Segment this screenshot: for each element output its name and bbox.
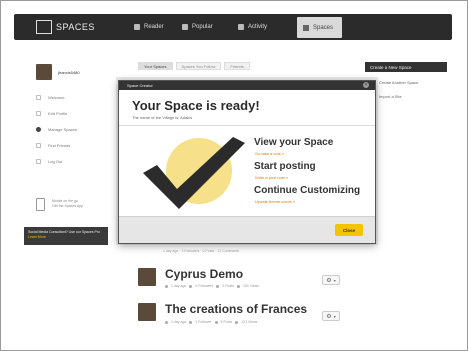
- tab-friends[interactable]: Friends: [224, 62, 250, 70]
- home-icon: [36, 94, 41, 100]
- promo-link[interactable]: Learn More: [28, 235, 104, 240]
- spaces-tabs: Your Spaces Spaces You Follow Friends: [138, 62, 250, 70]
- spaces-dot-icon: [36, 126, 41, 132]
- sidebar-item-edit-profile[interactable]: Edit Profile: [36, 110, 67, 116]
- list-item-meta-strip: 1 day ago · 3 Followers · 0 Posts · 12 C…: [163, 249, 240, 253]
- mobile-app-promo[interactable]: Mobile on the go Get the Spaces App: [52, 199, 83, 209]
- divider: [119, 125, 375, 126]
- space-meta-followers: 0 Followers: [195, 284, 214, 288]
- space-meta-views: 121 Views: [241, 320, 258, 324]
- posts-icon: [214, 320, 218, 324]
- option-continue-customizing[interactable]: Continue Customizing: [254, 185, 360, 196]
- popular-icon: [182, 24, 188, 30]
- space-meta-posts: 0 Posts: [222, 284, 234, 288]
- sidebar-item-label: Edit Profile: [48, 110, 68, 116]
- spaces-logo-icon[interactable]: [36, 20, 52, 34]
- space-meta-posts: 5 Posts: [220, 320, 233, 324]
- sidebar-item-label: Log Out: [48, 158, 63, 164]
- logout-icon: [36, 158, 41, 164]
- friends-icon: [36, 142, 41, 148]
- space-name[interactable]: The creations of Frances: [165, 302, 307, 316]
- nav-reader[interactable]: Reader: [134, 14, 164, 40]
- close-button[interactable]: Close: [335, 224, 363, 236]
- modal-header-label: Space Creator: [127, 83, 153, 88]
- profile-icon: [36, 110, 41, 116]
- modal-subtitle: The name of the Village is: Adaics: [132, 115, 193, 120]
- space-meta-views: 100 Views: [242, 284, 260, 288]
- clock-icon: [165, 320, 168, 324]
- spaces-icon: [303, 24, 309, 31]
- option-view-space[interactable]: View your Space: [254, 137, 333, 148]
- logo-text[interactable]: SPACES: [56, 22, 95, 32]
- space-meta-time: 1 day ago: [171, 320, 187, 324]
- avatar[interactable]: [36, 64, 52, 80]
- space-name[interactable]: Cyprus Demo: [165, 267, 243, 281]
- sidebar-item-welcome[interactable]: Welcome: [36, 94, 65, 100]
- chevron-down-icon: ▾: [333, 277, 336, 283]
- nav-spaces[interactable]: Spaces: [297, 17, 342, 38]
- top-navigation-bar: SPACES Reader Popular Activity Spaces: [14, 14, 452, 40]
- tab-spaces-you-follow[interactable]: Spaces You Follow: [175, 62, 222, 70]
- gear-icon: ⚙: [326, 277, 332, 284]
- sidebar-item-find-friends[interactable]: Find Friends: [36, 142, 70, 148]
- create-space-panel-title: Create a New Space: [365, 62, 447, 72]
- promo-text: Social Media Consultant? Use our Spaces …: [28, 230, 100, 234]
- close-icon[interactable]: ×: [363, 82, 369, 88]
- followers-icon: [189, 320, 193, 324]
- option-continue-customizing-link[interactable]: Update theme colors »: [255, 199, 295, 204]
- views-icon: [236, 284, 240, 288]
- clock-icon: [165, 284, 168, 288]
- space-settings-button[interactable]: ⚙ ▾: [322, 311, 340, 321]
- space-thumbnail[interactable]: [138, 268, 156, 286]
- space-meta: 1 day ago 0 Followers 0 Posts 100 Views: [165, 284, 259, 288]
- space-creator-modal: Space Creator × Your Space is ready! The…: [118, 80, 376, 244]
- mobile-phone-icon: [36, 198, 45, 211]
- nav-popular[interactable]: Popular: [182, 14, 213, 40]
- username[interactable]: jfrancis5480: [58, 70, 80, 75]
- activity-icon: [238, 24, 244, 30]
- option-view-space-link[interactable]: Go take a look »: [255, 151, 284, 156]
- nav-activity[interactable]: Activity: [238, 14, 267, 40]
- sidebar-item-label: Welcome: [48, 94, 65, 100]
- nav-popular-label: Popular: [192, 24, 213, 30]
- sidebar-item-label: Manage Spaces: [48, 126, 77, 132]
- space-meta: 1 day ago 1 Follower 5 Posts 121 Views: [165, 320, 257, 324]
- modal-header: Space Creator ×: [119, 81, 375, 90]
- nav-spaces-label: Spaces: [313, 24, 334, 31]
- posts-icon: [216, 284, 220, 288]
- gear-icon: ⚙: [326, 313, 332, 320]
- option-start-posting[interactable]: Start posting: [254, 161, 316, 172]
- views-icon: [235, 320, 239, 324]
- sidebar-item-label: Find Friends: [48, 142, 71, 148]
- reader-icon: [134, 24, 140, 30]
- space-meta-followers: 1 Follower: [195, 320, 212, 324]
- modal-title: Your Space is ready!: [132, 98, 260, 113]
- chevron-down-icon: ▾: [333, 313, 336, 319]
- mobile-line-2: Get the Spaces App: [52, 204, 84, 208]
- sidebar-item-manage-spaces[interactable]: Manage Spaces: [36, 126, 77, 132]
- space-settings-button[interactable]: ⚙ ▾: [322, 275, 340, 285]
- sidebar-item-log-out[interactable]: Log Out: [36, 158, 62, 164]
- nav-activity-label: Activity: [248, 24, 268, 30]
- followers-icon: [189, 284, 193, 288]
- nav-reader-label: Reader: [144, 24, 164, 30]
- create-another-space-label: Create Another Space: [379, 80, 419, 85]
- option-start-posting-link[interactable]: Write a post now »: [255, 175, 288, 180]
- tab-your-spaces[interactable]: Your Spaces: [138, 62, 173, 70]
- import-site-label: Import a Site: [379, 94, 402, 99]
- checkmark-icon: [143, 137, 245, 209]
- modal-footer: Close: [119, 216, 375, 243]
- space-meta-time: 1 day ago: [171, 284, 187, 288]
- pro-promo-banner[interactable]: Social Media Consultant? Use our Spaces …: [24, 227, 108, 245]
- space-thumbnail[interactable]: [138, 303, 156, 321]
